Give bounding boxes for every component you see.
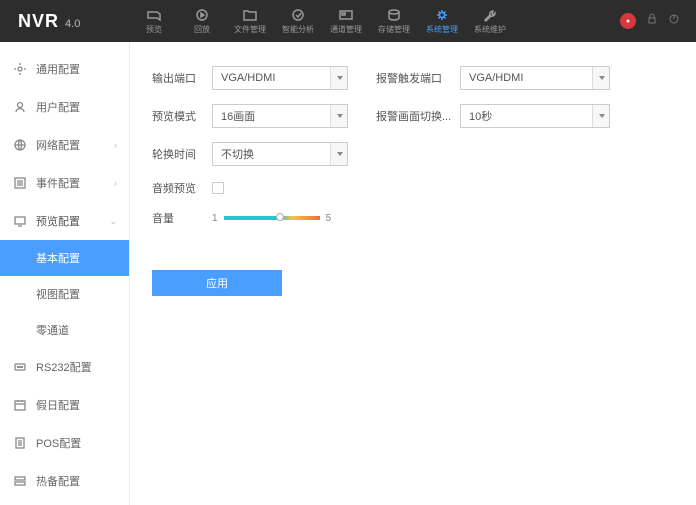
nav-file[interactable]: 文件管理 <box>226 0 274 42</box>
output-port-label: 输出端口 <box>152 70 212 86</box>
switch-time-label: 轮换时间 <box>152 146 212 162</box>
backup-icon <box>12 473 28 489</box>
nav-system[interactable]: 系统管理 <box>418 0 466 42</box>
alert-badge[interactable]: ● <box>620 13 636 29</box>
sidebar-sub-view[interactable]: 视图配置 <box>0 276 129 312</box>
sidebar-item-network[interactable]: 网络配置 › <box>0 126 129 164</box>
slider-min: 1 <box>212 213 218 224</box>
analysis-icon <box>289 8 307 23</box>
monitor-icon <box>12 213 28 229</box>
top-nav: 预览 回放 文件管理 智能分析 通道管理 存储管理 系统管理 系统维护 <box>130 0 514 42</box>
storage-icon <box>385 8 403 23</box>
port-icon <box>12 359 28 375</box>
logo: NVR 4.0 <box>0 11 130 32</box>
output-port-select[interactable]: VGA/HDMI <box>212 66 348 90</box>
alarm-switch-select[interactable]: 10秒 <box>460 104 610 128</box>
sidebar-item-general[interactable]: 通用配置 <box>0 50 129 88</box>
alarm-port-label: 报警触发端口 <box>376 70 460 86</box>
folder-icon <box>241 8 259 23</box>
slider-max: 5 <box>326 213 332 224</box>
volume-slider[interactable] <box>224 216 320 220</box>
preview-mode-select[interactable]: 16画面 <box>212 104 348 128</box>
sidebar: 通用配置 用户配置 网络配置 › 事件配置 › 预览配置 ⌄ 基本配置 视图配置… <box>0 42 130 505</box>
nav-smart[interactable]: 智能分析 <box>274 0 322 42</box>
receipt-icon <box>12 435 28 451</box>
logo-version: 4.0 <box>65 18 80 30</box>
chevron-down-icon: ⌄ <box>109 216 117 227</box>
sidebar-item-hotspare[interactable]: 热备配置 <box>0 462 129 500</box>
logo-text: NVR <box>18 11 59 32</box>
calendar-icon <box>12 397 28 413</box>
lock-icon[interactable] <box>646 12 658 30</box>
sidebar-item-user[interactable]: 用户配置 <box>0 88 129 126</box>
nav-preview[interactable]: 预览 <box>130 0 178 42</box>
content-panel: 输出端口 VGA/HDMI 报警触发端口 VGA/HDMI 预览模式 16画面 <box>130 42 696 505</box>
sidebar-item-pos[interactable]: POS配置 <box>0 424 129 462</box>
sidebar-item-event[interactable]: 事件配置 › <box>0 164 129 202</box>
body: 通用配置 用户配置 网络配置 › 事件配置 › 预览配置 ⌄ 基本配置 视图配置… <box>0 42 696 505</box>
volume-label: 音量 <box>152 210 212 226</box>
chevron-right-icon: › <box>114 178 117 188</box>
wrench-icon <box>481 8 499 23</box>
power-icon[interactable] <box>668 12 680 30</box>
sidebar-item-holiday[interactable]: 假日配置 <box>0 386 129 424</box>
gear-icon <box>433 8 451 23</box>
nav-maintain[interactable]: 系统维护 <box>466 0 514 42</box>
nav-channel[interactable]: 通道管理 <box>322 0 370 42</box>
slider-thumb[interactable] <box>276 213 284 221</box>
preview-mode-label: 预览模式 <box>152 108 212 124</box>
camera-icon <box>145 8 163 23</box>
playback-icon <box>193 8 211 23</box>
header-right: ● <box>620 12 696 30</box>
alarm-port-select[interactable]: VGA/HDMI <box>460 66 610 90</box>
user-icon <box>12 99 28 115</box>
sidebar-sub-zero[interactable]: 零通道 <box>0 312 129 348</box>
sidebar-sub-basic[interactable]: 基本配置 <box>0 240 129 276</box>
nav-storage[interactable]: 存储管理 <box>370 0 418 42</box>
list-icon <box>12 175 28 191</box>
apply-button[interactable]: 应用 <box>152 270 282 296</box>
sidebar-item-rs232[interactable]: RS232配置 <box>0 348 129 386</box>
alarm-switch-label: 报警画面切换... <box>376 108 460 124</box>
sidebar-item-preview[interactable]: 预览配置 ⌄ <box>0 202 129 240</box>
nav-playback[interactable]: 回放 <box>178 0 226 42</box>
audio-preview-label: 音频预览 <box>152 180 212 196</box>
globe-icon <box>12 137 28 153</box>
chevron-right-icon: › <box>114 140 117 150</box>
header-bar: NVR 4.0 预览 回放 文件管理 智能分析 通道管理 存储管理 <box>0 0 696 42</box>
gear-icon <box>12 61 28 77</box>
switch-time-select[interactable]: 不切换 <box>212 142 348 166</box>
audio-preview-checkbox[interactable] <box>212 182 224 194</box>
channel-icon <box>337 8 355 23</box>
